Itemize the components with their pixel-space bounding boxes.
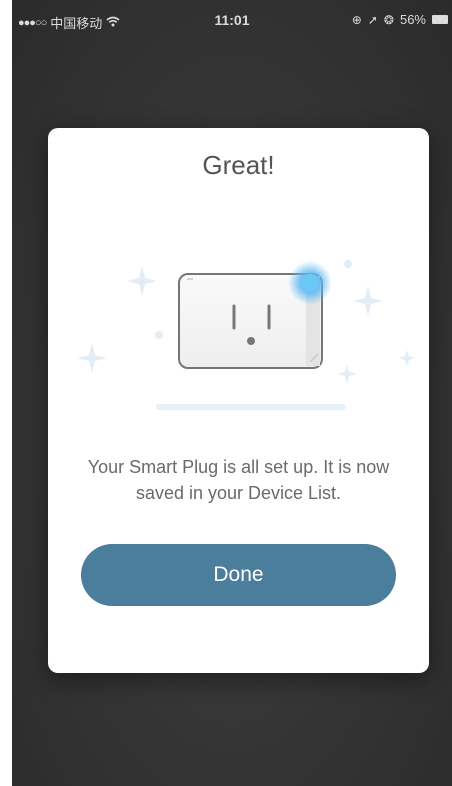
location-icon: ➚ <box>367 12 378 27</box>
lock-rotation-icon: ⊕ <box>351 12 362 27</box>
status-right: ⊕ ➚ ❂ 56% <box>352 12 448 27</box>
battery-icon <box>432 15 448 24</box>
smart-plug-illustration <box>77 260 415 410</box>
alarm-icon: ❂ <box>383 12 394 27</box>
plug-shadow-bar <box>156 404 346 410</box>
phone-screen: ●●●○○ 中国移动 11:01 ⊕ ➚ ❂ 56% Great! Your S… <box>12 0 452 786</box>
status-bar: ●●●○○ 中国移动 11:01 ⊕ ➚ ❂ 56% <box>12 0 452 40</box>
done-button[interactable]: Done <box>81 544 396 606</box>
dialog-message: Your Smart Plug is all set up. It is now… <box>87 457 390 503</box>
setup-complete-dialog: Great! Your Smart Plug is all set up. It… <box>48 128 429 673</box>
battery-percent: 56% <box>399 12 426 27</box>
status-light <box>301 274 319 292</box>
